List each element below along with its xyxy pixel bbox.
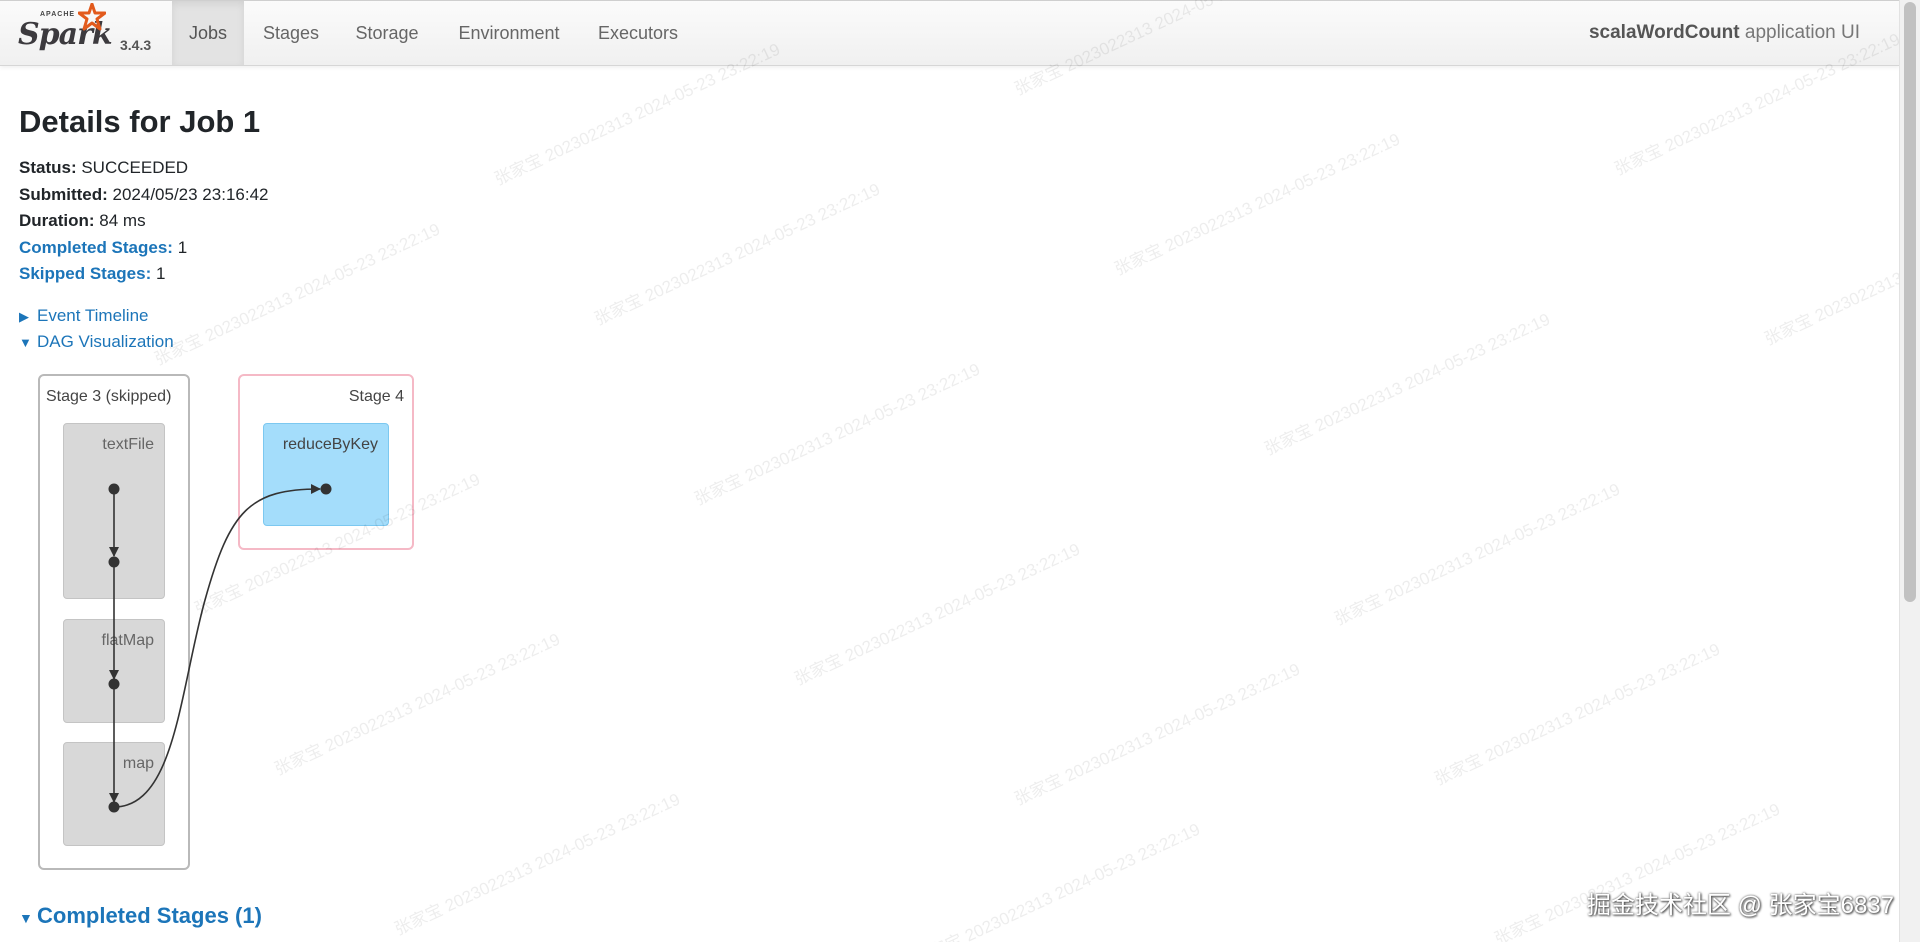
dag-node-dot <box>108 678 120 690</box>
juejin-corner-watermark: 掘金技术社区 @ 张家宝6837 <box>1586 892 1894 919</box>
dag-node-dot <box>320 483 332 495</box>
dag-node-dot <box>108 801 120 813</box>
scrollbar-thumb[interactable] <box>1904 2 1916 602</box>
dag-node-dot <box>108 483 120 495</box>
vertical-scrollbar[interactable] <box>1899 0 1920 942</box>
completed-stages-toggle[interactable]: ▼ Completed Stages (1) <box>19 903 262 929</box>
dag-edges <box>108 483 332 813</box>
edge-map-reducebykey <box>113 484 321 808</box>
caret-down-icon: ▼ <box>19 910 33 926</box>
dag-node-dot <box>108 556 120 568</box>
completed-stages-header-label: Completed Stages (1) <box>37 903 262 928</box>
